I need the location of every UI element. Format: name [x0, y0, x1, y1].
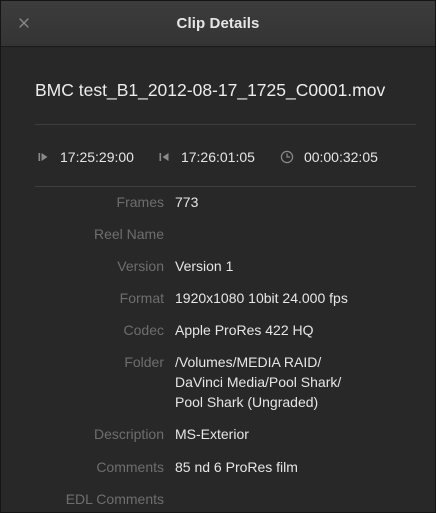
start-timecode-group: 17:25:29:00: [35, 149, 134, 165]
timecode-bar: 17:25:29:00 17:26:01:05 00:00:32:05: [35, 148, 378, 166]
divider: [35, 124, 416, 125]
play-start-icon: [35, 149, 51, 165]
end-timecode-group: 17:26:01:05: [156, 149, 255, 165]
property-value: DaVinci Media/Pool Shark/: [175, 374, 342, 390]
property-label: Folder: [124, 354, 164, 370]
end-timecode: 17:26:01:05: [180, 149, 255, 165]
window-title: Clip Details: [176, 15, 260, 32]
property-label: Codec: [123, 322, 164, 338]
clip-details-window: Clip Details BMC test_B1_2012-08-17_1725…: [0, 0, 436, 513]
property-value: 773: [175, 194, 199, 210]
property-label: Description: [93, 426, 164, 442]
property-value: Version 1: [175, 258, 234, 274]
property-label: Version: [117, 258, 164, 274]
property-label: Comments: [96, 459, 164, 475]
close-button[interactable]: [15, 14, 33, 32]
property-value: Apple ProRes 422 HQ: [175, 322, 314, 338]
skip-back-icon: [156, 149, 172, 165]
title-bar: Clip Details: [1, 1, 435, 47]
property-label: Frames: [116, 194, 164, 210]
duration-timecode: 00:00:32:05: [303, 149, 378, 165]
property-label: Reel Name: [93, 226, 164, 242]
divider: [35, 186, 416, 187]
property-value: 1920x1080 10bit 24.000 fps: [175, 290, 348, 306]
property-value: MS-Exterior: [175, 426, 249, 442]
property-label: Format: [119, 290, 164, 306]
property-value: 85 nd 6 ProRes film: [175, 459, 298, 475]
clip-filename: BMC test_B1_2012-08-17_1725_C0001.mov: [35, 80, 386, 100]
property-value: /Volumes/MEDIA RAID/: [175, 354, 322, 370]
close-icon: [19, 18, 29, 28]
clock-icon: [279, 149, 295, 165]
duration-group: 00:00:32:05: [279, 149, 378, 165]
start-timecode: 17:25:29:00: [60, 149, 134, 165]
property-label: EDL Comments: [65, 491, 164, 507]
property-value: Pool Shark (Ungraded): [175, 394, 319, 410]
